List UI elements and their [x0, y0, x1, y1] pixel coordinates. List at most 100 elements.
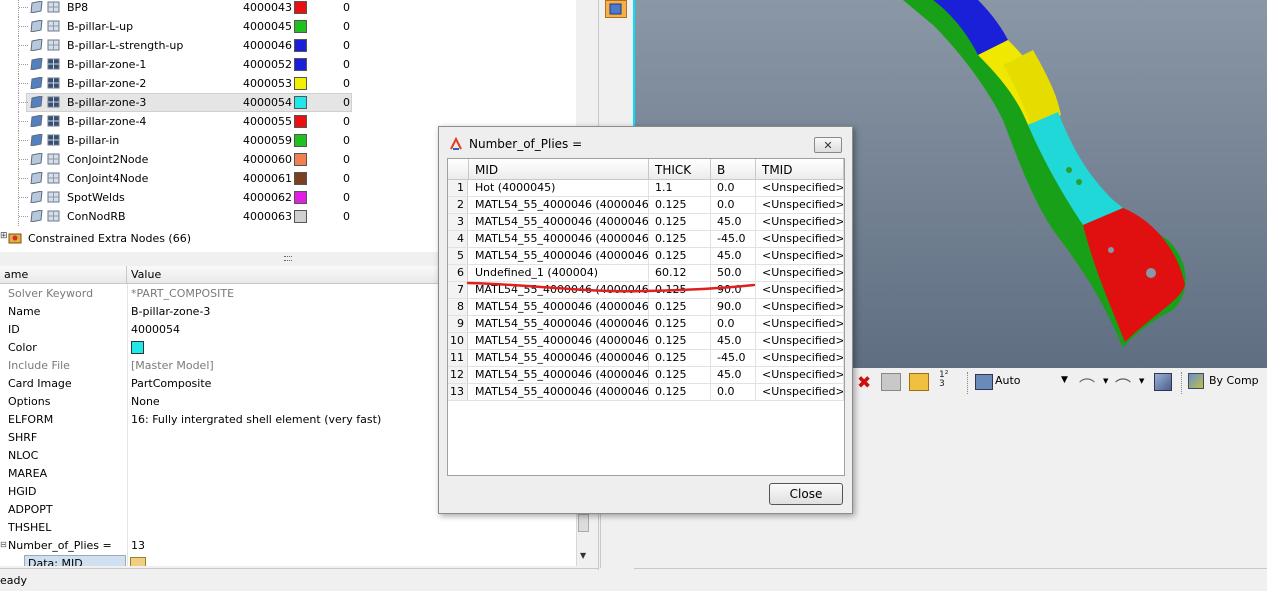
ply-tmid-cell[interactable]: <Unspecified> — [756, 299, 844, 315]
ply-tmid-cell[interactable]: <Unspecified> — [756, 367, 844, 383]
folder-icon[interactable] — [909, 373, 929, 391]
ply-thick-cell[interactable]: 0.125 — [649, 350, 711, 366]
color-swatch[interactable] — [294, 191, 307, 204]
ply-row[interactable]: 9 MATL54_55_4000046 (4000046) 0.125 0.0 <Uns… — [448, 316, 844, 333]
ply-mid-cell[interactable]: MATL54_55_4000046 (4000046) — [469, 316, 649, 332]
color-swatch[interactable] — [294, 96, 307, 109]
ply-b-cell[interactable]: 0.0 — [711, 316, 756, 332]
ply-b-cell[interactable]: 0.0 — [711, 180, 756, 196]
ply-thick-cell[interactable]: 0.125 — [649, 231, 711, 247]
ply-mid-cell[interactable]: MATL54_55_4000046 (4000046) — [469, 350, 649, 366]
ply-tmid-cell[interactable]: <Unspecified> — [756, 265, 844, 281]
visibility-icon[interactable] — [30, 58, 43, 70]
visibility-icon[interactable] — [30, 1, 43, 13]
ply-tmid-cell[interactable]: <Unspecified> — [756, 197, 844, 213]
numbering-icon[interactable]: 1² 3 — [939, 371, 948, 389]
visibility-icon[interactable] — [30, 115, 43, 127]
visibility-icon[interactable] — [30, 153, 43, 165]
mesh-icon[interactable] — [47, 153, 60, 165]
ply-row[interactable]: 4 MATL54_55_4000046 (4000046) 0.125 -45.0 <U… — [448, 231, 844, 248]
mesh-icon[interactable] — [47, 172, 60, 184]
ply-thick-cell[interactable]: 1.1 — [649, 180, 711, 196]
mesh-icon[interactable] — [47, 134, 60, 146]
ply-tmid-cell[interactable]: <Unspecified> — [756, 180, 844, 196]
mesh-icon[interactable] — [47, 115, 60, 127]
column-header-mid[interactable]: MID — [469, 159, 649, 180]
ply-b-cell[interactable]: 45.0 — [711, 214, 756, 230]
tree-row[interactable]: B-pillar-L-up 4000045 0 — [0, 17, 576, 36]
property-value[interactable]: PartComposite — [131, 377, 211, 390]
ply-thick-cell[interactable]: 0.125 — [649, 282, 711, 298]
ply-row[interactable]: 6 Undefined_1 (400004) 60.12 50.0 <Unspecifi… — [448, 265, 844, 282]
property-value[interactable]: 13 — [131, 539, 145, 552]
ply-thick-cell[interactable]: 0.125 — [649, 299, 711, 315]
ply-b-cell[interactable]: -45.0 — [711, 231, 756, 247]
ply-mid-cell[interactable]: MATL54_55_4000046 (4000046) — [469, 282, 649, 298]
ply-row[interactable]: 11 MATL54_55_4000046 (4000046) 0.125 -45.0 <… — [448, 350, 844, 367]
visibility-icon[interactable] — [30, 77, 43, 89]
mesh-icon[interactable] — [47, 1, 60, 13]
color-swatch[interactable] — [294, 115, 307, 128]
visibility-icon[interactable] — [30, 134, 43, 146]
ply-row[interactable]: 2 MATL54_55_4000046 (4000046) 0.125 0.0 <Uns… — [448, 197, 844, 214]
tree-row[interactable]: B-pillar-L-strength-up 4000046 0 — [0, 36, 576, 55]
ply-row[interactable]: 13 MATL54_55_4000046 (4000046) 0.125 0.0 <Un… — [448, 384, 844, 401]
visibility-icon[interactable] — [30, 172, 43, 184]
ply-tmid-cell[interactable]: <Unspecified> — [756, 282, 844, 298]
chevron-down-icon[interactable]: ▼ — [1103, 377, 1108, 385]
mesh-icon[interactable] — [47, 210, 60, 222]
color-swatch[interactable] — [294, 134, 307, 147]
property-value[interactable]: 4000054 — [131, 323, 180, 336]
chevron-down-icon[interactable]: ▼ — [1061, 375, 1068, 385]
property-value[interactable]: None — [131, 395, 160, 408]
ply-thick-cell[interactable]: 0.125 — [649, 384, 711, 400]
property-row-data-mid[interactable]: Data: MID — [0, 555, 576, 566]
property-value[interactable]: *PART_COMPOSITE — [131, 287, 234, 300]
color-swatch[interactable] — [294, 20, 307, 33]
ply-mid-cell[interactable]: MATL54_55_4000046 (4000046) — [469, 214, 649, 230]
ply-b-cell[interactable]: 90.0 — [711, 299, 756, 315]
ply-row[interactable]: 1 Hot (4000045) 1.1 0.0 <Unspecified> — [448, 180, 844, 197]
ply-b-cell[interactable]: 90.0 — [711, 282, 756, 298]
ply-mid-cell[interactable]: MATL54_55_4000046 (4000046) — [469, 197, 649, 213]
ply-mid-cell[interactable]: MATL54_55_4000046 (4000046) — [469, 231, 649, 247]
components-icon[interactable] — [881, 373, 901, 391]
ply-row[interactable]: 5 MATL54_55_4000046 (4000046) 0.125 45.0 <Un… — [448, 248, 844, 265]
element-icon[interactable]: ⌒ — [1115, 373, 1131, 397]
color-swatch[interactable] — [294, 210, 307, 223]
scroll-down-icon[interactable]: ▼ — [580, 551, 586, 560]
column-header-thick[interactable]: THICK — [649, 159, 711, 180]
delete-icon[interactable]: ✖ — [857, 373, 871, 393]
column-header-tmid[interactable]: TMID — [756, 159, 844, 180]
scrollbar-thumb[interactable] — [578, 514, 589, 532]
visibility-icon[interactable] — [30, 20, 43, 32]
ply-tmid-cell[interactable]: <Unspecified> — [756, 248, 844, 264]
color-swatch[interactable] — [294, 39, 307, 52]
ply-row[interactable]: 8 MATL54_55_4000046 (4000046) 0.125 90.0 <Un… — [448, 299, 844, 316]
property-row[interactable]: THSHEL — [0, 519, 576, 537]
ply-b-cell[interactable]: 45.0 — [711, 333, 756, 349]
ply-thick-cell[interactable]: 0.125 — [649, 316, 711, 332]
ply-thick-cell[interactable]: 0.125 — [649, 367, 711, 383]
ply-b-cell[interactable]: 0.0 — [711, 384, 756, 400]
ply-thick-cell[interactable]: 0.125 — [649, 333, 711, 349]
ply-b-cell[interactable]: 0.0 — [711, 197, 756, 213]
color-swatch[interactable] — [294, 1, 307, 14]
mesh-icon[interactable] — [47, 77, 60, 89]
property-value[interactable]: 16: Fully intergrated shell element (ver… — [131, 413, 381, 426]
tree-row[interactable]: BP8 4000043 0 — [0, 0, 576, 17]
auto-dropdown-label[interactable]: Auto — [995, 374, 1021, 387]
property-row[interactable]: Number_of_Plies = 13 ⊟ — [0, 537, 576, 555]
property-value[interactable]: B-pillar-zone-3 — [131, 305, 210, 318]
view-icon[interactable] — [605, 0, 627, 18]
ply-mid-cell[interactable]: MATL54_55_4000046 (4000046) — [469, 367, 649, 383]
ply-b-cell[interactable]: 45.0 — [711, 367, 756, 383]
color-swatch[interactable] — [294, 58, 307, 71]
ply-thick-cell[interactable]: 0.125 — [649, 197, 711, 213]
visibility-icon[interactable] — [30, 191, 43, 203]
visibility-icon[interactable] — [30, 96, 43, 108]
mesh-icon[interactable] — [47, 20, 60, 32]
ply-tmid-cell[interactable]: <Unspecified> — [756, 350, 844, 366]
visibility-icon[interactable] — [30, 39, 43, 51]
expand-icon[interactable]: ⊞ — [0, 231, 8, 241]
